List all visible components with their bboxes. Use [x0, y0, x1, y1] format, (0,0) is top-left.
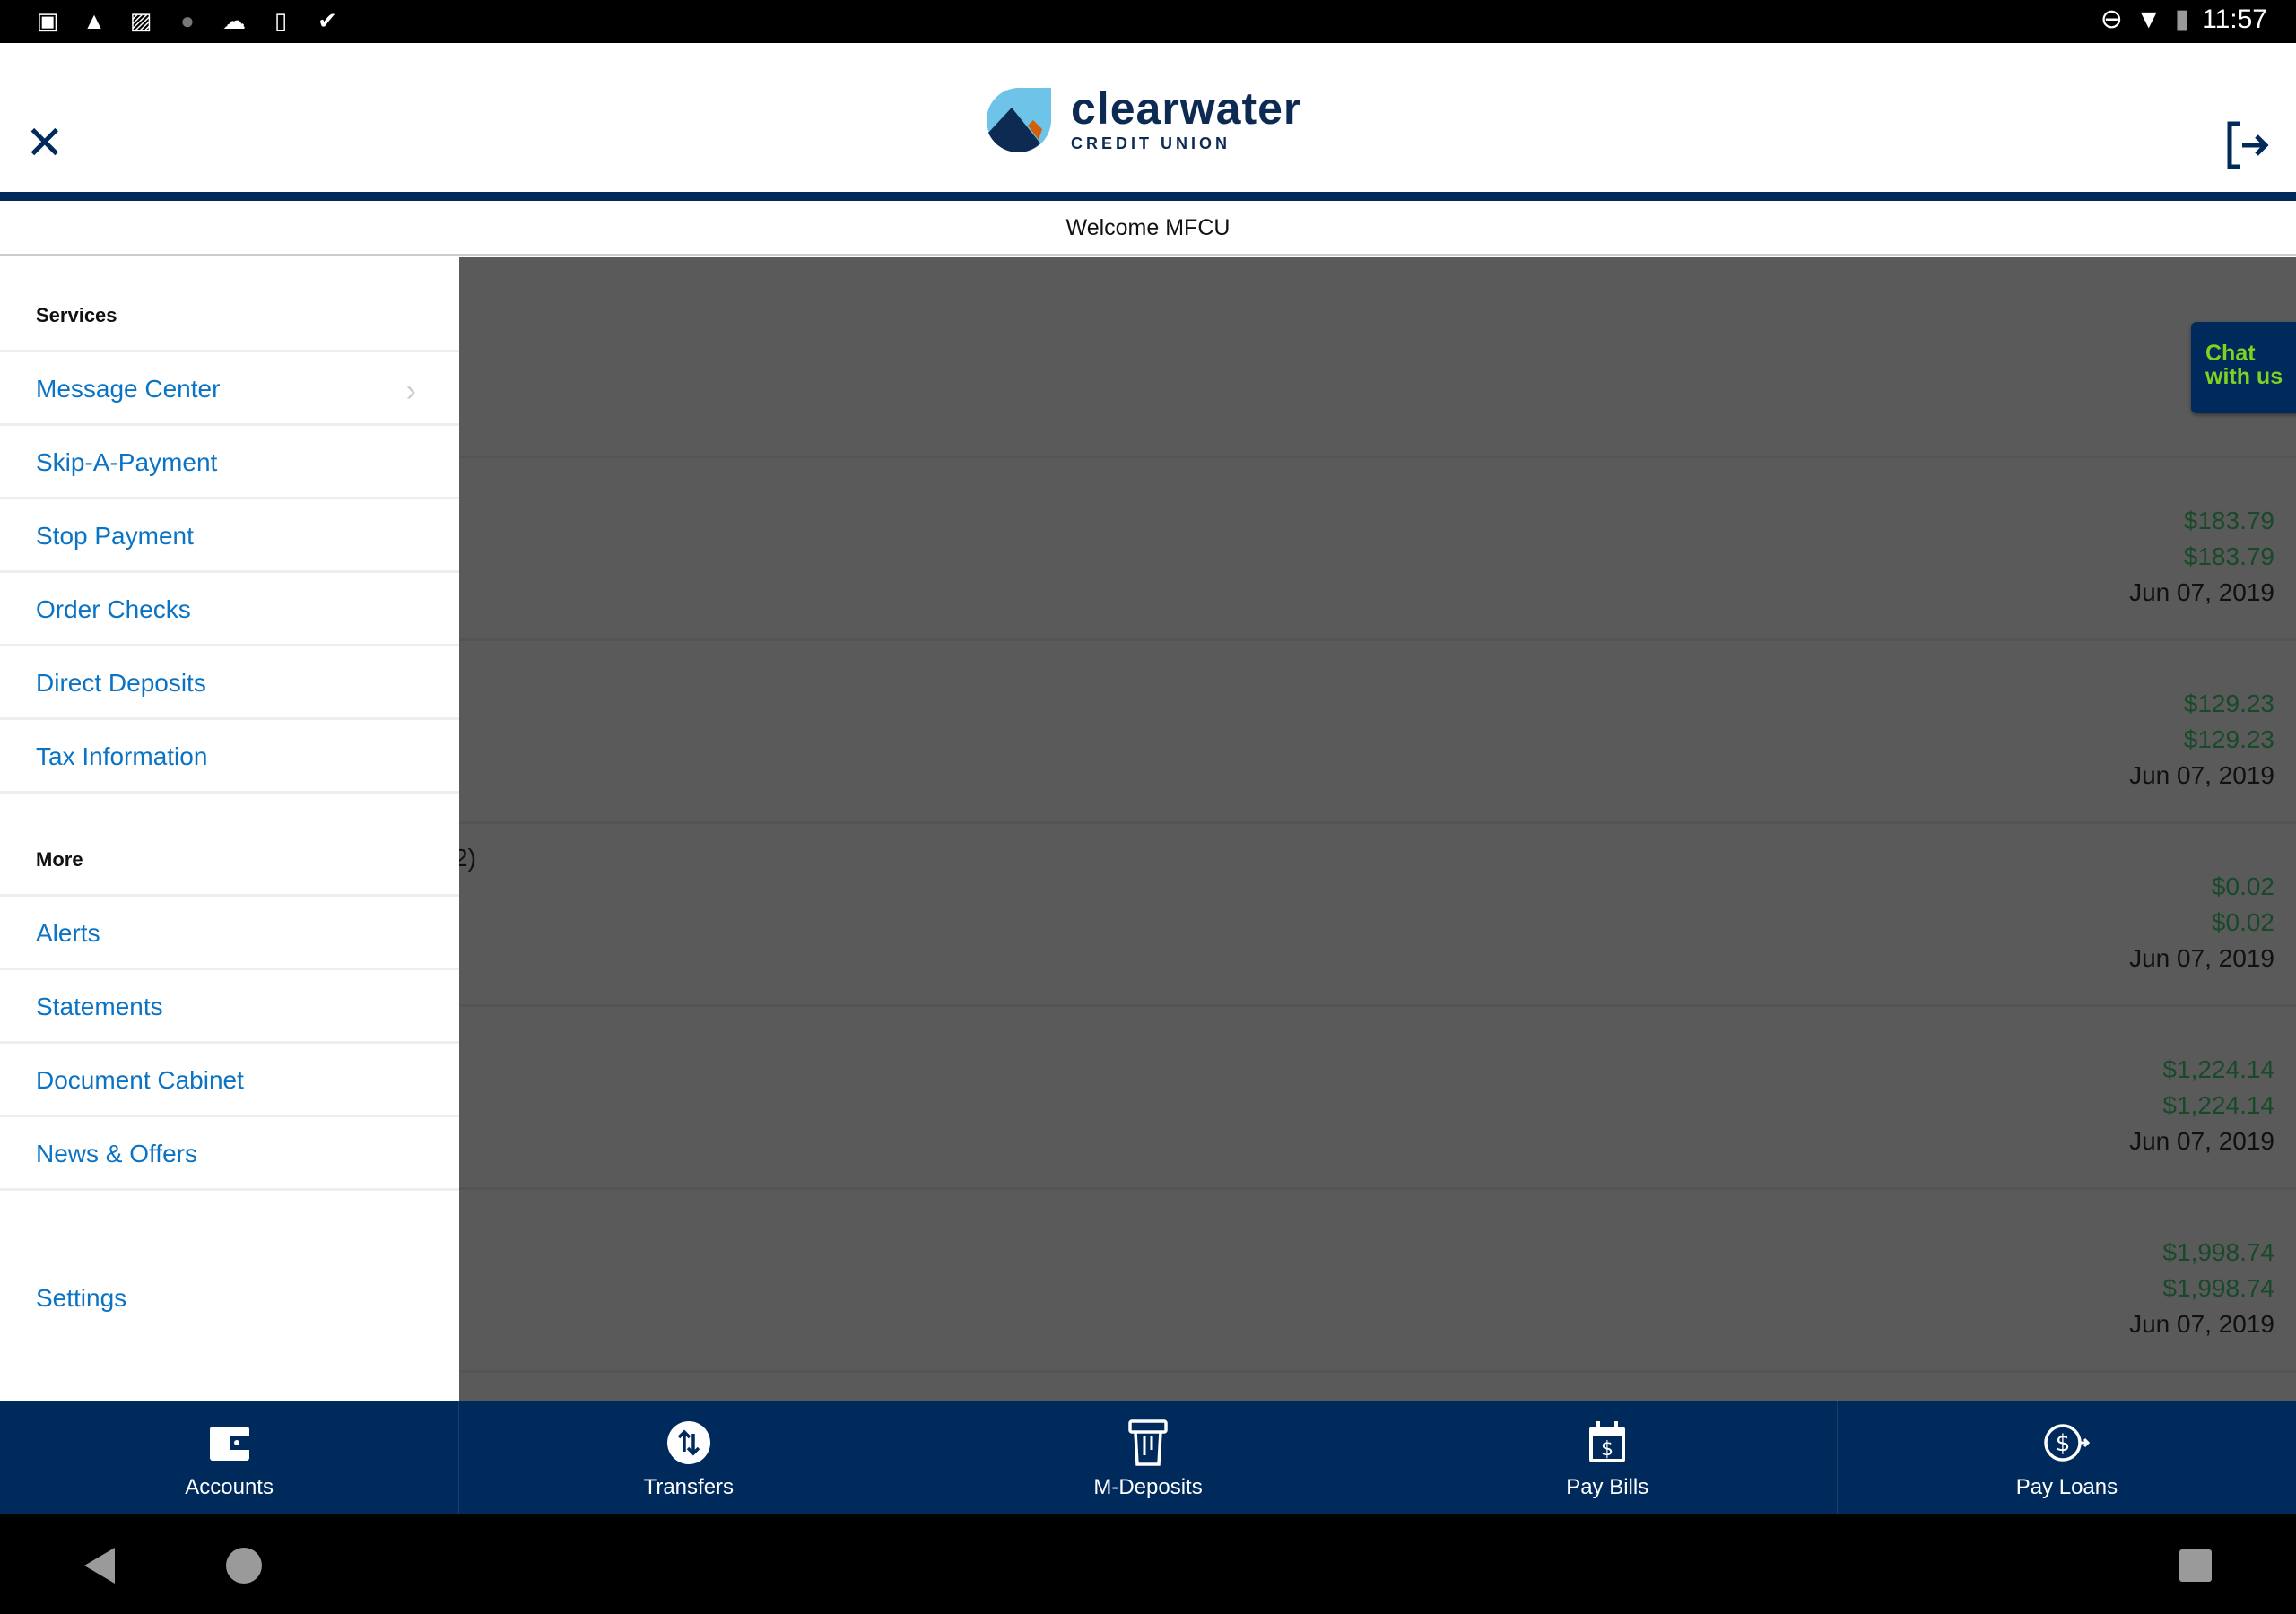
drawer-item-skip-a-payment[interactable]: Skip-A-Payment	[0, 426, 459, 499]
app-header: ✕ clearwater CREDIT UNION	[0, 43, 2296, 192]
tab-label: M-Deposits	[1093, 1475, 1203, 1499]
sync-icon: ●	[180, 7, 195, 34]
tab-accounts[interactable]: Accounts	[0, 1401, 460, 1514]
balance-date: Jun 07, 2019	[2129, 761, 2274, 789]
tab-label: Transfers	[643, 1475, 735, 1499]
battery-charging-icon: ▮	[2174, 4, 2190, 34]
drawer-item-settings[interactable]: Settings	[0, 1262, 459, 1335]
chat-label-1: Chat	[2205, 341, 2256, 366]
more-heading: More	[36, 848, 83, 871]
chat-with-us-button[interactable]: Chat with us	[2191, 322, 2296, 413]
close-drawer-button[interactable]: ✕	[25, 120, 65, 167]
close-icon: ✕	[25, 117, 65, 169]
tab-label: Pay Loans	[2015, 1475, 2118, 1499]
logout-button[interactable]	[2226, 120, 2271, 170]
home-icon[interactable]	[226, 1548, 262, 1584]
available-balance: $1,224.14	[2162, 1055, 2274, 1083]
chat-label-2: with us	[2205, 364, 2283, 389]
available-balance: $183.79	[2183, 507, 2274, 534]
drawer-item-order-checks[interactable]: Order Checks	[0, 573, 459, 646]
warning-icon: ▲	[83, 7, 106, 34]
back-icon[interactable]	[84, 1548, 115, 1584]
bottom-navigation: Accounts Transfers M-Deposits $ Pay Bill…	[0, 1401, 2296, 1514]
drawer-item-statements[interactable]: Statements	[0, 970, 459, 1044]
clearwater-logo: clearwater CREDIT UNION	[987, 86, 1301, 153]
cloud-icon: ☁	[222, 7, 246, 34]
recents-icon[interactable]	[2179, 1549, 2212, 1582]
balance-date: Jun 07, 2019	[2129, 578, 2274, 606]
file-manager-icon: ▣	[36, 7, 59, 34]
navigation-drawer: Services Message Center › Skip-A-Payment …	[0, 257, 459, 1401]
logout-icon	[2227, 121, 2269, 169]
current-balance: $1,998.74	[2162, 1274, 2274, 1302]
svg-text:$: $	[1601, 1438, 1613, 1461]
tab-pay-bills[interactable]: $ Pay Bills	[1378, 1401, 1838, 1514]
drawer-item-news-offers[interactable]: News & Offers	[0, 1117, 459, 1191]
image-icon: ▨	[129, 7, 152, 34]
tab-label: Accounts	[185, 1475, 274, 1499]
drawer-item-tax-information[interactable]: Tax Information	[0, 720, 459, 794]
status-bar: ▣ ▲ ▨ ● ☁ ▯ ✔ ⊖ ▼ ▮ 11:57	[0, 0, 2296, 43]
calendar-dollar-icon: $	[1589, 1421, 1626, 1462]
svg-text:$: $	[2056, 1430, 2071, 1457]
current-balance: $0.02	[2211, 908, 2274, 936]
mobile-deposit-icon	[1128, 1419, 1168, 1466]
drawer-item-stop-payment[interactable]: Stop Payment	[0, 499, 459, 573]
available-balance: $129.23	[2183, 690, 2274, 717]
current-balance: $1,224.14	[2162, 1091, 2274, 1119]
wifi-icon: ▼	[2135, 4, 2162, 34]
available-balance: $0.02	[2211, 872, 2274, 900]
header-divider	[0, 192, 2296, 201]
balance-date: Jun 07, 2019	[2129, 1127, 2274, 1155]
current-balance: $183.79	[2183, 542, 2274, 570]
drawer-item-direct-deposits[interactable]: Direct Deposits	[0, 646, 459, 720]
do-not-disturb-icon: ⊖	[2100, 4, 2123, 34]
dollar-arrow-icon: $	[2044, 1424, 2091, 1462]
tab-m-deposits[interactable]: M-Deposits	[918, 1401, 1378, 1514]
item-label: Message Center	[36, 375, 221, 403]
available-balance: $1,998.74	[2162, 1238, 2274, 1266]
tab-label: Pay Bills	[1566, 1475, 1649, 1499]
check-icon: ✔	[317, 7, 337, 34]
current-balance: $129.23	[2183, 725, 2274, 753]
services-heading: Services	[36, 304, 117, 326]
clock: 11:57	[2202, 4, 2267, 34]
tab-transfers[interactable]: Transfers	[459, 1401, 919, 1514]
phone-alert-icon: ▯	[274, 7, 288, 34]
balance-date: Jun 07, 2019	[2129, 944, 2274, 972]
logo-mark-icon	[987, 87, 1051, 152]
chevron-right-icon: ›	[405, 374, 416, 408]
transfer-icon	[666, 1421, 710, 1464]
welcome-banner: Welcome MFCU	[0, 201, 2296, 256]
system-navigation-bar	[0, 1514, 2296, 1614]
tab-pay-loans[interactable]: $ Pay Loans	[1838, 1401, 2296, 1514]
balance-date: Jun 07, 2019	[2129, 1310, 2274, 1338]
drawer-item-message-center[interactable]: Message Center ›	[0, 352, 459, 426]
wallet-icon	[209, 1427, 249, 1461]
drawer-item-alerts[interactable]: Alerts	[0, 897, 459, 970]
drawer-item-document-cabinet[interactable]: Document Cabinet	[0, 1044, 459, 1117]
